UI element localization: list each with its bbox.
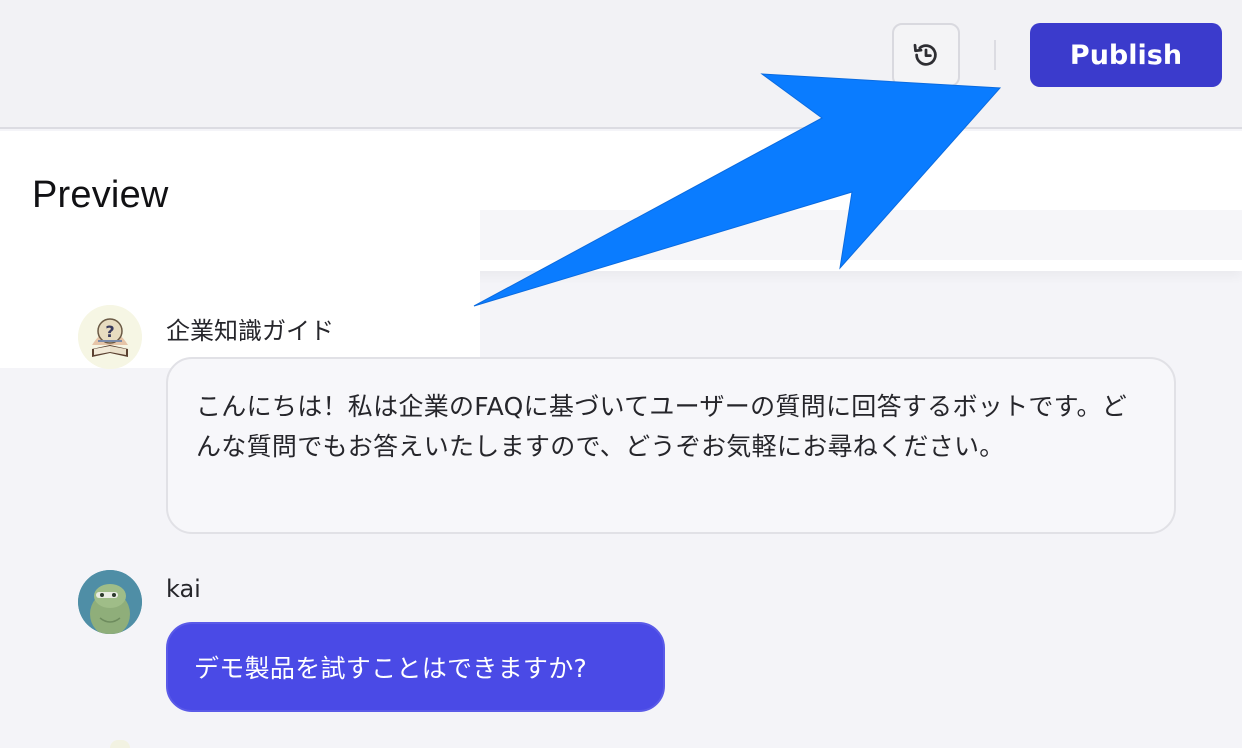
bot-message-bubble: こんにちは！私は企業のFAQに基づいてユーザーの質問に回答するボットです。どんな…	[166, 357, 1176, 534]
preview-title: Preview	[32, 174, 169, 216]
top-toolbar: Publish	[0, 0, 1242, 129]
history-icon	[913, 43, 937, 66]
toolbar-divider	[994, 40, 996, 70]
user-avatar	[78, 570, 142, 634]
user-avatar-icon	[78, 570, 142, 634]
publish-button[interactable]: Publish	[1030, 23, 1222, 87]
user-message-bubble: デモ製品を試すことはできますか?	[166, 622, 665, 712]
user-sender-name: kai	[166, 575, 201, 603]
book-question-avatar-icon: ?	[78, 305, 142, 369]
history-button[interactable]	[892, 23, 960, 87]
bot-avatar: ?	[78, 305, 142, 369]
bot-sender-name: 企業知識ガイド	[166, 317, 334, 345]
next-avatar-peek	[110, 740, 130, 748]
svg-text:?: ?	[105, 322, 114, 341]
